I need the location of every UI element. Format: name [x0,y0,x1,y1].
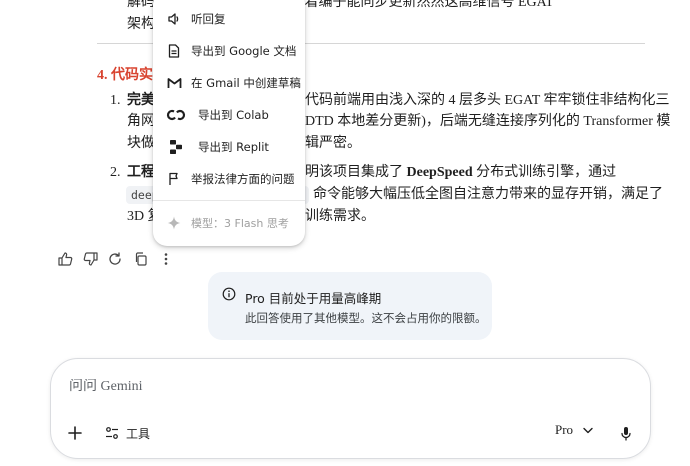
menu-item-export-colab[interactable]: 导出到 Colab [153,100,305,130]
model-selector-label: Pro [555,422,574,437]
more-options-button[interactable] [158,251,174,267]
list-number-1: 1. [110,93,121,108]
list-item-1-line3-prefix: 块做 [127,136,155,151]
colab-icon [166,107,186,123]
menu-model-label: 模型：3 Flash 思考 [191,217,289,230]
tools-button[interactable]: 工具 [105,423,150,443]
list-item-1-bold: 完美 [127,93,155,108]
replit-icon [168,139,184,155]
menu-item-export-replit[interactable]: 导出到 Replit [153,132,305,162]
prompt-composer: 工具 Pro [50,358,651,459]
model-fallback-notice: Pro 目前处于用量高峰期 此回答使用了其他模型。这不会占用你的限额。 [208,272,492,340]
menu-item-export-colab-label: 导出到 Colab [198,108,269,122]
regenerate-button[interactable] [107,251,123,267]
info-icon [222,287,236,306]
share-export-menu: 听回复 导出到 Google 文档 在 Gmail 中创建草稿 导出到 Cola… [153,0,305,246]
notice-title: Pro 目前处于用量高峰期 [245,291,382,306]
list-item-1-line3: 辑严密。 [305,136,361,151]
menu-item-report-legal-label: 举报法律方面的问题 [191,172,295,186]
list-item-1-line1: 代码前端用由浅入深的 4 层多头 EGAT 牢牢锁住非结构化三 [305,93,670,108]
thumb-up-icon [57,252,72,266]
menu-item-export-replit-label: 导出到 Replit [198,140,269,154]
thumb-down-icon [83,252,98,266]
menu-item-gmail-draft[interactable]: 在 Gmail 中创建草稿 [153,68,305,98]
flag-icon [166,171,182,187]
regenerate-icon [109,252,121,265]
menu-item-listen-label: 听回复 [191,12,226,26]
gmail-icon [166,75,182,91]
thumb-down-button[interactable] [82,251,98,267]
add-attachment-button[interactable] [65,423,85,443]
tools-icon [106,427,118,439]
tools-label: 工具 [126,426,151,441]
list-item-2-bold: 工程 [127,165,155,180]
list-item-2-line1: 明该项目集成了 DeepSpeed 分布式训练引擎，通过 [305,162,616,184]
list-item-1-line2: DTD 本地差分更新)，后端无缝连接序列化的 Transformer 模 [305,114,671,129]
list-number-2: 2. [110,165,121,180]
copy-button[interactable] [132,251,148,267]
deepspeed-bold: DeepSpeed [406,165,473,180]
more-vert-icon [164,253,168,265]
menu-item-gmail-draft-label: 在 Gmail 中创建草稿 [191,76,301,90]
plus-icon [68,426,82,440]
thumb-up-button[interactable] [57,251,73,267]
chevron-down-icon [583,427,593,433]
list-item-2-line3: 训练需求。 [305,209,375,224]
prompt-input[interactable] [69,379,569,395]
sparkle-icon [166,215,182,231]
microphone-button[interactable] [616,423,636,443]
notice-body: 此回答使用了其他模型。这不会占用你的限额。 [245,311,487,325]
menu-item-export-docs[interactable]: 导出到 Google 文档 [153,36,305,66]
list-item-1-line2-prefix: 角网 [127,114,155,129]
list-item-2-text-b: 分布式训练引擎，通过 [472,165,617,180]
list-item-2-line2: 命令能够大幅压低全图自注意力带来的显存开销，满足了 [313,187,663,202]
microphone-icon [621,426,631,441]
menu-item-report-legal[interactable]: 举报法律方面的问题 [153,164,305,194]
model-selector[interactable]: Pro [555,420,593,440]
copy-icon [135,252,147,266]
document-icon [166,43,182,59]
menu-divider [153,200,305,201]
menu-item-export-docs-label: 导出到 Google 文档 [191,44,297,58]
speaker-icon [166,11,182,27]
list-item-2-text-a: 明该项目集成了 [305,165,407,180]
menu-item-listen[interactable]: 听回复 [153,4,305,34]
menu-model-info: 模型：3 Flash 思考 [153,210,305,236]
